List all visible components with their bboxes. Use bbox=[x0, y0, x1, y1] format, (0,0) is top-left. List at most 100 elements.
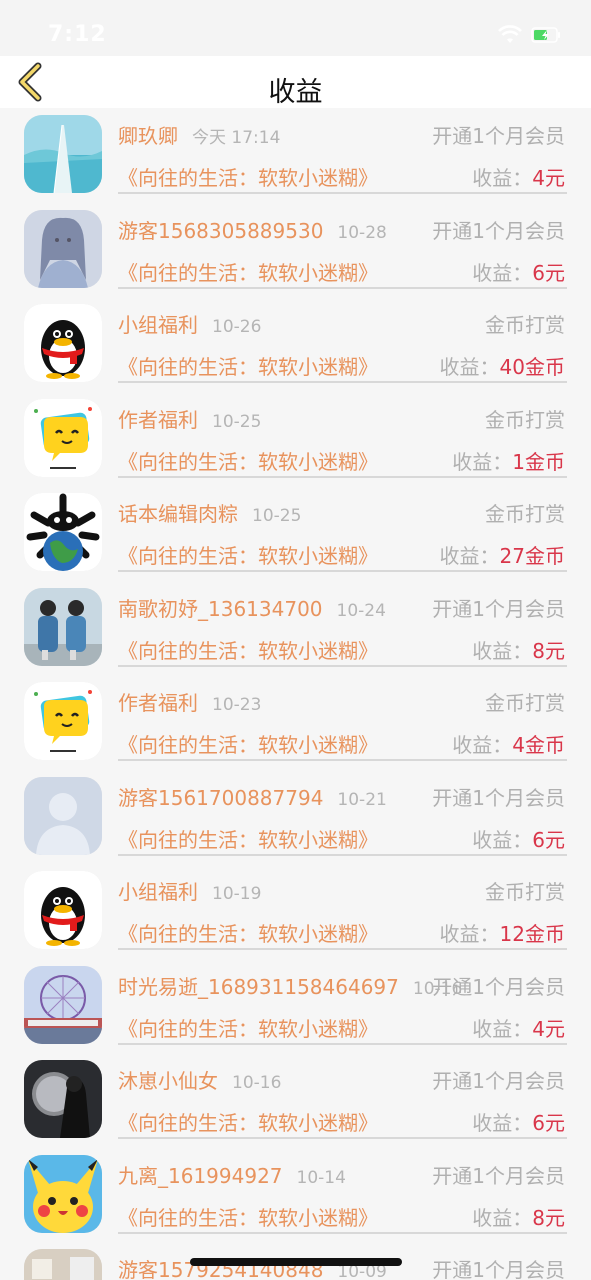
earning-row[interactable]: 时光易逝_168931158464697 10-16 开通1个月会员 《向往的生活… bbox=[0, 959, 591, 1054]
user-name: 游客1568305889530 10-28 bbox=[118, 215, 387, 244]
avatar[interactable] bbox=[24, 493, 102, 571]
earning-amount: 收益：1金币 bbox=[452, 446, 565, 475]
record-date: 10-25 bbox=[252, 506, 302, 526]
divider bbox=[118, 853, 567, 856]
earning-label: 收益： bbox=[472, 260, 533, 285]
user-name-text: 时光易逝_168931158464697 bbox=[118, 974, 399, 999]
earning-row[interactable]: 卿玖卿 今天 17:14 开通1个月会员 《向往的生活：软软小迷糊》 收益：4元 bbox=[0, 108, 591, 203]
user-name: 卿玖卿 今天 17:14 bbox=[118, 120, 280, 149]
avatar[interactable] bbox=[24, 965, 102, 1044]
earning-amount: 收益：4元 bbox=[472, 162, 565, 191]
chat-bubble-icon bbox=[24, 398, 102, 477]
record-date: 10-21 bbox=[337, 789, 387, 810]
record-date: 10-25 bbox=[212, 411, 262, 432]
record-date: 10-14 bbox=[296, 1167, 346, 1188]
earning-type: 开通1个月会员 bbox=[432, 1163, 565, 1188]
earning-type: 开通1个月会员 bbox=[432, 596, 565, 621]
avatar[interactable] bbox=[24, 587, 102, 666]
earning-value: 12金币 bbox=[499, 922, 565, 946]
avatar[interactable] bbox=[24, 776, 102, 855]
nav-bar: 收益 bbox=[0, 56, 591, 108]
book-title: 《向往的生活：软软小迷糊》 bbox=[118, 449, 378, 474]
earning-type: 开通1个月会员 bbox=[432, 974, 565, 999]
earning-row[interactable]: 作者福利 10-25 金币打赏 《向往的生活：软软小迷糊》 收益：1金币 bbox=[0, 392, 591, 487]
penguin-icon bbox=[24, 871, 102, 949]
chat-bubble-icon bbox=[24, 682, 102, 760]
record-date: 今天 17:14 bbox=[192, 128, 281, 148]
couple-photo-icon bbox=[24, 587, 102, 666]
earning-row[interactable]: 游客1561700887794 10-21 开通1个月会员 《向往的生活：软软小迷… bbox=[0, 770, 591, 865]
earning-row[interactable]: 南歌初妤_136134700 10-24 开通1个月会员 《向往的生活：软软小迷糊… bbox=[0, 581, 591, 676]
earning-value: 1金币 bbox=[512, 449, 565, 474]
earning-value: 6元 bbox=[532, 1111, 565, 1135]
user-name-text: 九离_161994927 bbox=[118, 1163, 283, 1188]
earning-amount: 收益：12金币 bbox=[440, 918, 565, 947]
record-date: 10-23 bbox=[212, 695, 262, 715]
avatar[interactable] bbox=[24, 1154, 102, 1233]
user-name-text: 小组福利 bbox=[118, 880, 198, 904]
earning-row[interactable]: 沐崽小仙女 10-16 开通1个月会员 《向往的生活：软软小迷糊》 收益：6元 bbox=[0, 1053, 591, 1148]
avatar[interactable] bbox=[24, 304, 102, 382]
dark-portrait-icon bbox=[24, 1060, 102, 1138]
earning-label: 收益： bbox=[439, 922, 500, 946]
user-name: 游客1561700887794 10-21 bbox=[118, 782, 387, 811]
book-title: 《向往的生活：软软小迷糊》 bbox=[118, 827, 378, 852]
avatar[interactable] bbox=[24, 115, 102, 193]
record-date: 10-24 bbox=[336, 600, 386, 621]
user-name-text: 作者福利 bbox=[118, 407, 198, 432]
earning-type: 开通1个月会员 bbox=[432, 124, 565, 148]
earning-type: 金币打赏 bbox=[485, 313, 565, 337]
record-date: 10-19 bbox=[212, 884, 262, 904]
user-name: 时光易逝_168931158464697 10-16 bbox=[118, 971, 462, 1000]
earning-amount: 收益：4金币 bbox=[452, 729, 565, 758]
earning-amount: 收益：8元 bbox=[472, 635, 565, 664]
earning-amount: 收益：6元 bbox=[472, 824, 565, 853]
book-title: 《向往的生活：软软小迷糊》 bbox=[118, 1111, 378, 1135]
status-bar: 7:12 bbox=[0, 0, 591, 56]
book-title: 《向往的生活：软软小迷糊》 bbox=[118, 1205, 378, 1230]
default-person-icon bbox=[24, 776, 102, 855]
earth-virus-icon bbox=[24, 493, 102, 571]
earning-label: 收益： bbox=[472, 827, 533, 852]
earning-label: 收益： bbox=[452, 449, 513, 474]
avatar[interactable] bbox=[24, 1060, 102, 1138]
page-title: 收益 bbox=[268, 77, 323, 108]
record-date: 10-28 bbox=[337, 222, 387, 243]
earning-row[interactable]: 游客1568305889530 10-28 开通1个月会员 《向往的生活：软软小迷… bbox=[0, 203, 591, 298]
earning-amount: 收益：27金币 bbox=[440, 540, 565, 569]
user-name: 作者福利 10-23 bbox=[118, 687, 261, 716]
wifi-icon bbox=[498, 25, 522, 43]
user-name: 沐崽小仙女 10-16 bbox=[118, 1065, 281, 1094]
earning-row[interactable]: 作者福利 10-23 金币打赏 《向往的生活：软软小迷糊》 收益：4金币 bbox=[0, 675, 591, 770]
earning-type: 金币打赏 bbox=[485, 407, 565, 432]
divider bbox=[118, 1042, 567, 1045]
pikachu-icon bbox=[24, 1154, 102, 1233]
avatar[interactable] bbox=[24, 398, 102, 477]
book-title: 《向往的生活：软软小迷糊》 bbox=[118, 1016, 378, 1041]
home-indicator bbox=[190, 1258, 402, 1266]
avatar[interactable] bbox=[24, 871, 102, 949]
avatar[interactable] bbox=[24, 1249, 102, 1280]
earning-type: 开通1个月会员 bbox=[432, 785, 565, 810]
avatar[interactable] bbox=[24, 209, 102, 288]
book-title: 《向往的生活：软软小迷糊》 bbox=[118, 638, 378, 663]
earning-value: 4元 bbox=[532, 1016, 565, 1041]
book-title: 《向往的生活：软软小迷糊》 bbox=[118, 544, 378, 568]
avatar[interactable] bbox=[24, 682, 102, 760]
earning-row[interactable]: 小组福利 10-19 金币打赏 《向往的生活：软软小迷糊》 收益：12金币 bbox=[0, 864, 591, 959]
earning-value: 4金币 bbox=[512, 733, 565, 757]
earning-amount: 收益：6元 bbox=[472, 1107, 565, 1136]
earning-value: 40金币 bbox=[499, 355, 565, 379]
anime-girl-icon bbox=[24, 209, 102, 288]
user-name-text: 话本编辑肉粽 bbox=[118, 502, 238, 526]
earning-row[interactable]: 话本编辑肉粽 10-25 金币打赏 《向往的生活：软软小迷糊》 收益：27金币 bbox=[0, 486, 591, 581]
earning-value: 27金币 bbox=[499, 544, 565, 568]
earning-type: 金币打赏 bbox=[485, 502, 565, 526]
divider bbox=[118, 1231, 567, 1234]
user-name: 小组福利 10-19 bbox=[118, 876, 261, 905]
earning-row[interactable]: 九离_161994927 10-14 开通1个月会员 《向往的生活：软软小迷糊》 … bbox=[0, 1148, 591, 1243]
earning-row[interactable]: 小组福利 10-26 金币打赏 《向往的生活：软软小迷糊》 收益：40金币 bbox=[0, 297, 591, 392]
battery-charging-icon bbox=[531, 27, 560, 43]
divider bbox=[118, 1137, 567, 1139]
user-name: 南歌初妤_136134700 10-24 bbox=[118, 593, 386, 622]
